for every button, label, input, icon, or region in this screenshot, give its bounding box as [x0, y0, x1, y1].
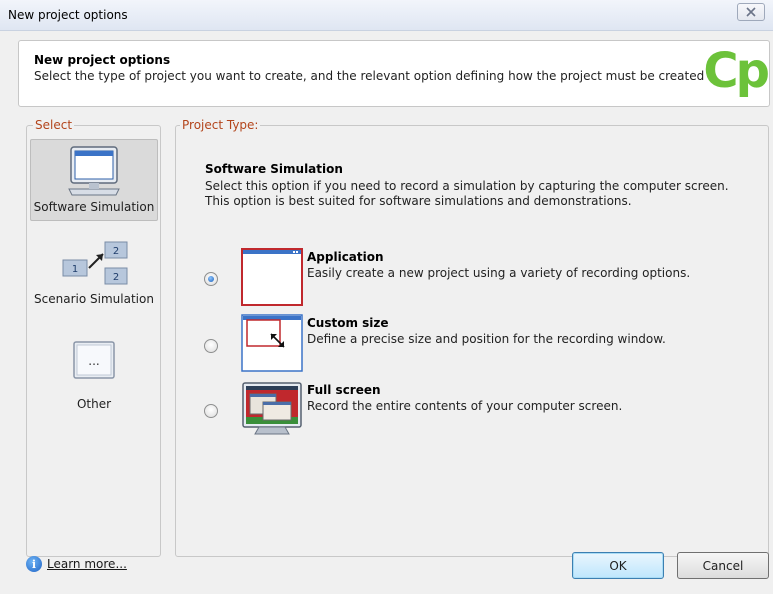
- application-description: Easily create a new project using a vari…: [307, 266, 691, 280]
- info-icon: i: [26, 556, 42, 572]
- svg-text:...: ...: [88, 354, 99, 368]
- option-custom-size[interactable]: Custom size Define a precise size and po…: [204, 314, 744, 376]
- svg-text:2: 2: [113, 246, 119, 257]
- header-description: Select the type of project you want to c…: [34, 69, 705, 83]
- dialog-body: New project options Select the type of p…: [0, 31, 773, 594]
- title-bar: New project options: [0, 0, 773, 31]
- select-group: Select Software Simulation 2 1 2 Scenari…: [26, 118, 161, 557]
- project-type-legend: Project Type:: [180, 118, 261, 132]
- svg-text:1: 1: [72, 264, 78, 275]
- scenario-icon: 2 1 2: [62, 241, 128, 285]
- select-item-label: Other: [76, 397, 112, 411]
- monitor-icon: [68, 146, 120, 196]
- option-application[interactable]: Application Easily create a new project …: [204, 248, 744, 310]
- section-title: Software Simulation: [205, 162, 343, 176]
- ok-button[interactable]: OK: [572, 552, 664, 579]
- custom-size-title: Custom size: [307, 316, 389, 330]
- captivate-logo: Cp: [703, 43, 770, 99]
- option-full-screen[interactable]: Full screen Record the entire contents o…: [204, 381, 744, 443]
- close-icon: [746, 7, 756, 17]
- other-icon: ...: [73, 341, 115, 379]
- application-title: Application: [307, 250, 384, 264]
- svg-text:2: 2: [113, 272, 119, 283]
- application-radio[interactable]: [204, 272, 218, 286]
- full-screen-description: Record the entire contents of your compu…: [307, 399, 623, 413]
- full-screen-title: Full screen: [307, 383, 381, 397]
- full-screen-icon: [242, 382, 302, 435]
- select-legend: Select: [33, 118, 75, 132]
- select-item-software-simulation[interactable]: Software Simulation: [30, 139, 158, 221]
- custom-size-radio[interactable]: [204, 339, 218, 353]
- close-button[interactable]: [737, 3, 765, 21]
- select-item-other[interactable]: ... Other: [30, 337, 158, 419]
- learn-more[interactable]: i Learn more...: [26, 556, 127, 572]
- select-item-scenario-simulation[interactable]: 2 1 2 Scenario Simulation: [30, 238, 158, 320]
- select-item-label: Software Simulation: [33, 200, 155, 214]
- project-type-group: Project Type: Software Simulation Select…: [175, 118, 769, 557]
- window-title: New project options: [8, 8, 128, 22]
- select-item-label: Scenario Simulation: [34, 292, 154, 306]
- cancel-button[interactable]: Cancel: [677, 552, 769, 579]
- custom-size-icon: [241, 314, 303, 372]
- learn-more-link[interactable]: Learn more...: [47, 557, 127, 571]
- application-window-icon: [241, 248, 303, 306]
- header-title: New project options: [34, 53, 171, 67]
- header-panel: New project options Select the type of p…: [18, 40, 770, 107]
- section-description: Select this option if you need to record…: [205, 179, 729, 208]
- full-screen-radio[interactable]: [204, 404, 218, 418]
- custom-size-description: Define a precise size and position for t…: [307, 332, 666, 346]
